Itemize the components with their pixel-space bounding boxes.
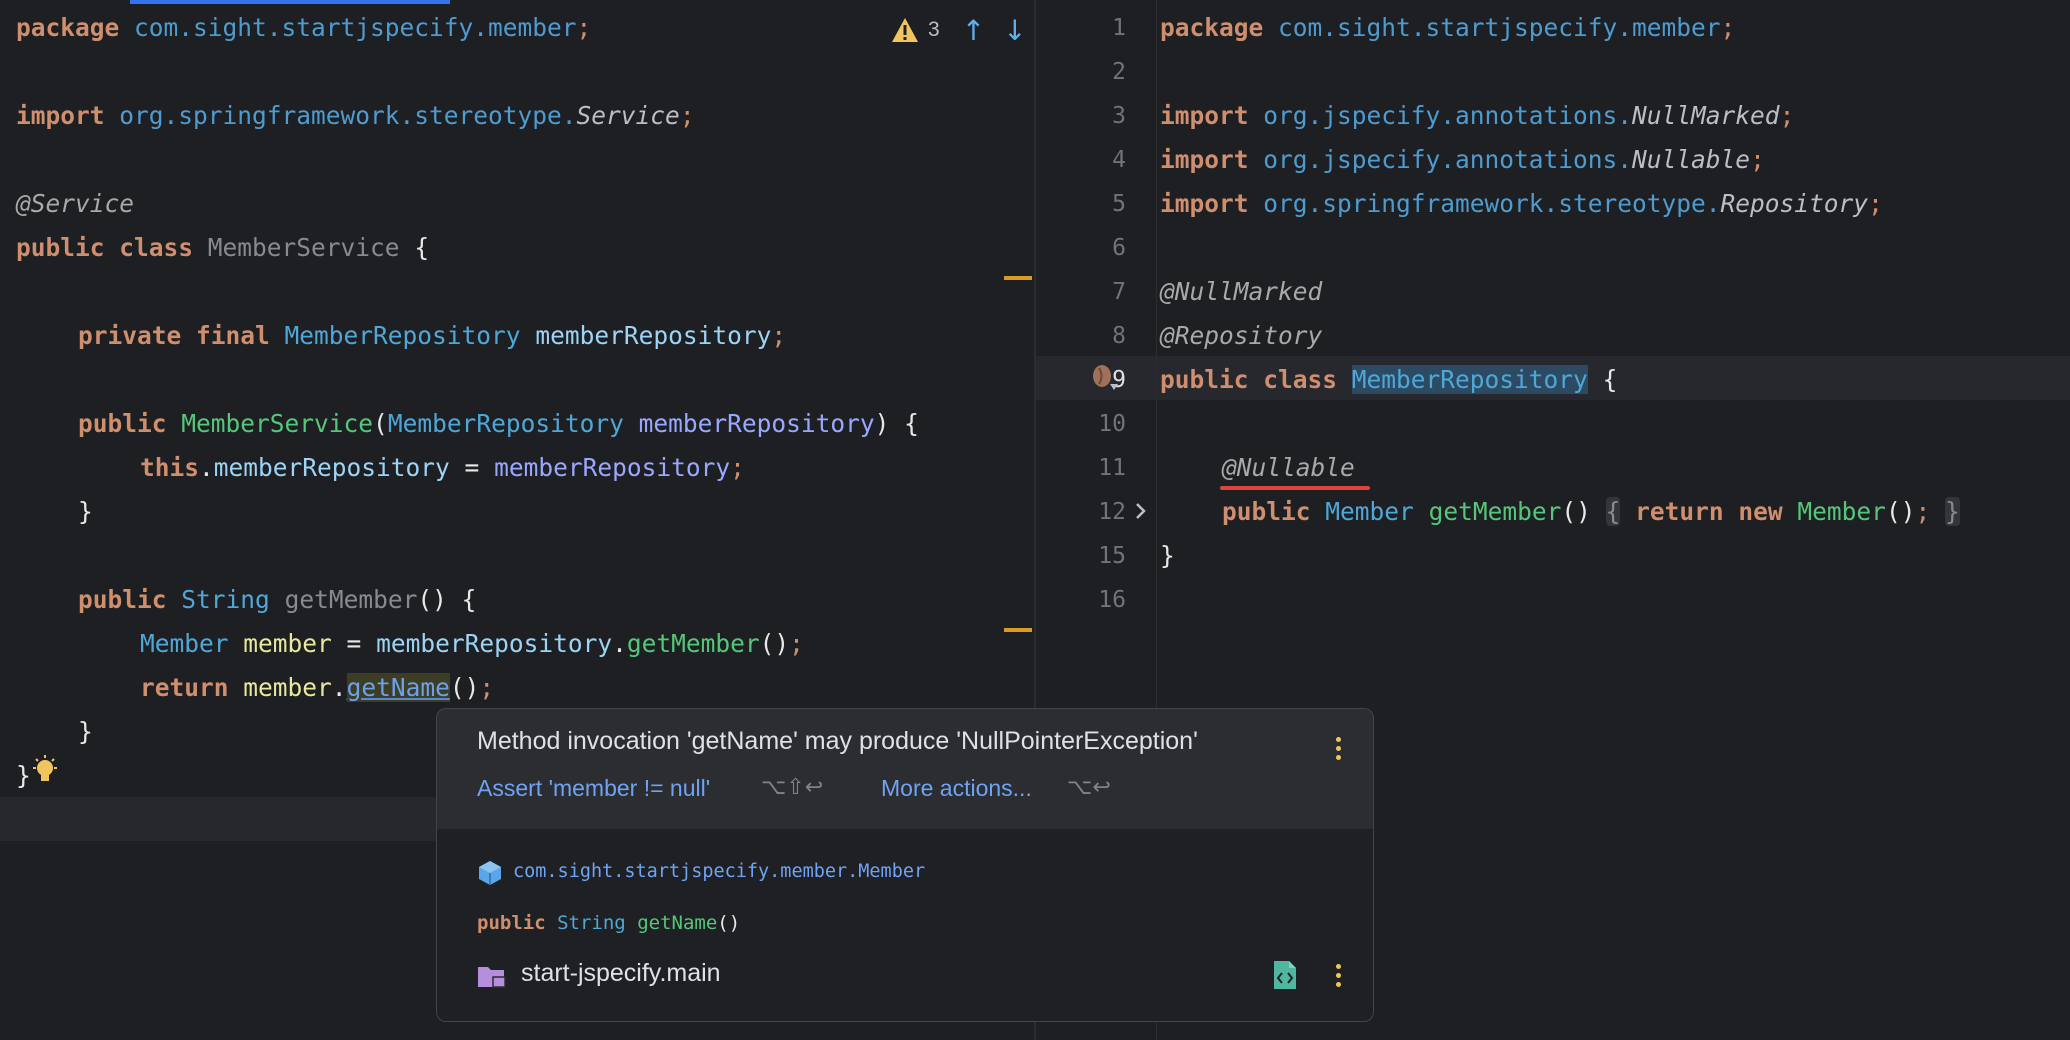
next-highlight-arrow-icon[interactable]: ↓ [1003,14,1026,47]
line-number: 8 [1112,323,1126,349]
getname-warning-highlight[interactable]: getName [346,673,450,702]
code-line: private final MemberRepository memberRep… [78,321,787,350]
code-line: public String getMember() { [78,585,477,614]
line-number: 2 [1112,59,1126,85]
lightbulb-icon[interactable] [30,754,60,788]
code-line: package com.sight.startjspecify.member; [1160,13,1736,42]
line-number: 1 [1112,15,1126,41]
code-line: this.memberRepository = memberRepository… [140,453,745,482]
inspection-widget[interactable]: 3 ↑ ↓ [890,10,1027,50]
fold-chevron-icon[interactable] [1132,496,1150,526]
warning-stripe-mark[interactable] [1004,276,1032,280]
code-line: @Service [16,189,135,218]
code-line: public class MemberRepository { [1160,365,1618,394]
line-number: 3 [1112,103,1126,129]
code-line: } [1160,541,1175,570]
more-actions-shortcut: ⌥↩ [1067,775,1111,800]
popup-menu-icon[interactable] [1332,737,1344,760]
more-actions-link[interactable]: More actions... [881,775,1032,802]
line-number: 15 [1098,543,1126,569]
previous-highlight-arrow-icon[interactable]: ↑ [962,14,985,47]
folded-close-brace[interactable]: } [1944,497,1960,526]
class-cube-icon [479,861,501,885]
line-number: 10 [1098,411,1126,437]
documentation-signature: public String getName() [477,912,741,934]
code-line: } [16,761,31,790]
code-line: @NullMarked [1160,277,1323,306]
folded-open-brace[interactable]: { [1605,497,1621,526]
line-number: 11 [1098,455,1126,481]
assert-shortcut: ⌥⇧↩ [761,775,824,800]
line-number: 7 [1112,279,1126,305]
active-tab-indicator [130,0,450,4]
inspection-message: Method invocation 'getName' may produce … [477,727,1198,755]
code-line: } [78,717,93,746]
assert-not-null-action[interactable]: Assert 'member != null' [477,775,710,802]
bean-gutter-icon[interactable] [1090,362,1120,394]
documentation-menu-icon[interactable] [1332,964,1344,987]
warning-triangle-icon [892,18,918,42]
selected-class-name[interactable]: MemberRepository [1351,365,1588,394]
module-name: start-jspecify.main [521,959,721,987]
code-line: import org.springframework.stereotype.Re… [1160,189,1883,218]
code-line: public Member getMember() { return new M… [1222,497,1960,526]
code-line: public MemberService(MemberRepository me… [78,409,919,438]
code-line: @Nullable [1222,453,1355,482]
code-line: import org.springframework.stereotype.Se… [16,101,695,130]
code-line: } [78,497,93,526]
ide-window: 3 ↑ ↓ package com.sight.startjspecify.me… [0,0,2070,1040]
documentation-class-link[interactable]: com.sight.startjspecify.member.Member [513,861,925,882]
code-line: public class MemberService { [16,233,430,262]
code-line: import org.jspecify.annotations.Nullable… [1160,145,1765,174]
warning-count: 3 [928,18,940,41]
module-folder-icon [478,967,506,988]
code-line: Member member = memberRepository.getMemb… [140,629,804,658]
line-number: 5 [1112,191,1126,217]
line-number: 6 [1112,235,1126,261]
inspection-popup[interactable]: Method invocation 'getName' may produce … [436,708,1374,1022]
code-line: @Repository [1160,321,1323,350]
edit-source-icon[interactable] [1271,959,1299,991]
line-number: 12 [1098,499,1126,525]
line-number: 16 [1098,587,1126,613]
code-line: package com.sight.startjspecify.member; [16,13,592,42]
code-line: import org.jspecify.annotations.NullMark… [1160,101,1795,130]
warning-stripe-mark[interactable] [1004,628,1032,632]
code-line: return member.getName(); [140,673,495,702]
line-number: 4 [1112,147,1126,173]
